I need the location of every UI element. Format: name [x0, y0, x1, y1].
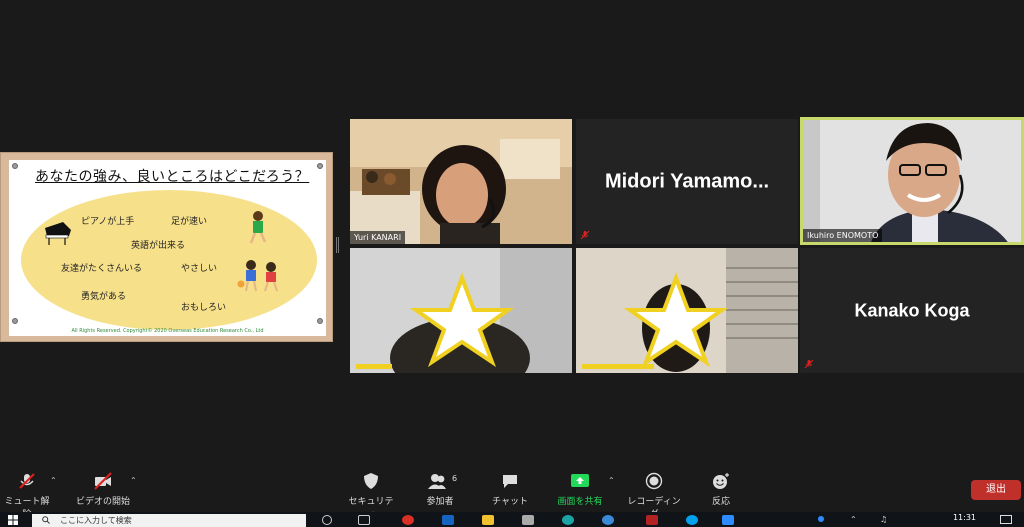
shared-screen[interactable]: あなたの強み、良いところはどこだろう？ ピアノが上手 足が速い 英語が出来る 友…: [0, 152, 333, 342]
participants-count: 6: [452, 474, 458, 483]
speaker-icon[interactable]: ♫: [880, 515, 887, 524]
taskbar-clock[interactable]: 11:31: [953, 513, 976, 522]
edge-icon[interactable]: [562, 515, 574, 525]
video-tile[interactable]: Yuri KANARI: [350, 119, 572, 244]
zoom-icon[interactable]: [722, 515, 734, 525]
outlook-icon[interactable]: [442, 515, 454, 525]
zoom-meeting-window: あなたの強み、良いところはどこだろう？ ピアノが上手 足が速い 英語が出来る 友…: [0, 0, 1024, 527]
skype-icon[interactable]: [686, 515, 698, 525]
participant-name: [582, 364, 654, 369]
chevron-up-icon[interactable]: ⌃: [130, 476, 137, 485]
slide: あなたの強み、良いところはどこだろう？ ピアノが上手 足が速い 英語が出来る 友…: [9, 160, 326, 336]
slide-item: 友達がたくさんいる: [61, 264, 143, 274]
participant-video: [800, 117, 1024, 245]
slide-item: おもしろい: [181, 303, 227, 313]
chat-button[interactable]: チャット: [492, 472, 528, 507]
slide-item: ピアノが上手: [81, 217, 135, 227]
participant-name: Kanako Koga: [854, 300, 970, 320]
participant-name: Yuri KANARI: [350, 231, 406, 244]
taskbar-search-input[interactable]: ここに入力して検索: [32, 514, 306, 527]
participant-name: Midori Yamamo...: [604, 170, 770, 192]
smiley-icon: [713, 473, 729, 489]
share-screen-button[interactable]: 画面を共有: [555, 472, 605, 507]
slide-copyright: All Rights Reserved. Copyright© 2020 Ove…: [71, 328, 264, 334]
running-child-icon: [249, 211, 267, 244]
file-explorer-icon[interactable]: [482, 515, 494, 525]
mic-muted-icon: [580, 230, 590, 240]
chevron-up-icon[interactable]: ⌃: [50, 476, 57, 485]
video-tile[interactable]: [350, 248, 572, 373]
chevron-up-icon[interactable]: ⌃: [608, 476, 615, 485]
notification-icon[interactable]: [1000, 515, 1012, 524]
video-tile-active-speaker[interactable]: Ikuhiro ENOMOTO: [800, 117, 1024, 245]
participant-video: [576, 248, 798, 373]
pin-icon: [317, 318, 323, 324]
search-icon: [42, 516, 50, 524]
slide-item: 勇気がある: [81, 292, 127, 302]
app-icon[interactable]: [602, 515, 614, 525]
reactions-button[interactable]: 反応: [708, 472, 734, 507]
participant-name: [356, 364, 392, 369]
share-label: 画面を共有: [557, 497, 603, 507]
reactions-label: 反応: [711, 497, 730, 507]
chat-label: チャット: [492, 497, 528, 507]
pin-icon: [12, 163, 18, 169]
video-tile[interactable]: [576, 248, 798, 373]
slide-title: あなたの強み、良いところはどこだろう？: [35, 169, 310, 185]
video-label: ビデオの開始: [75, 497, 130, 507]
shield-icon: [364, 473, 378, 489]
cortana-icon[interactable]: [322, 515, 332, 525]
tray-icon[interactable]: [818, 516, 824, 522]
participant-name: Ikuhiro ENOMOTO: [803, 229, 883, 242]
resize-handle[interactable]: [336, 237, 339, 253]
participant-video: [350, 248, 572, 373]
pin-icon: [12, 318, 18, 324]
start-video-button[interactable]: ビデオの開始: [74, 472, 132, 507]
participants-label: 参加者: [426, 497, 454, 507]
video-tile[interactable]: Kanako Koga: [800, 248, 1024, 373]
chevron-up-icon[interactable]: ⌃: [850, 515, 857, 524]
mic-muted-icon: [19, 473, 35, 489]
app-icon[interactable]: [646, 515, 658, 525]
record-icon: [645, 472, 663, 490]
video-tile[interactable]: Midori Yamamo...: [576, 119, 798, 244]
windows-start-icon[interactable]: [8, 515, 18, 525]
pin-icon: [317, 163, 323, 169]
store-icon[interactable]: [522, 515, 534, 525]
mic-muted-icon: [804, 359, 814, 369]
participants-icon: [428, 474, 446, 489]
video-off-icon: [94, 472, 112, 490]
participant-video: [350, 119, 572, 244]
piano-icon: [45, 222, 71, 245]
leave-button[interactable]: 退出: [971, 480, 1021, 500]
slide-item: 足が速い: [171, 217, 208, 227]
children-playing-icon: [237, 260, 278, 292]
slide-item: 英語が出来る: [131, 241, 186, 251]
windows-taskbar: ここに入力して検索 ⌃ ♫ 11:31: [0, 512, 1024, 527]
chat-icon: [503, 475, 517, 488]
task-view-icon[interactable]: [358, 515, 370, 525]
chrome-icon[interactable]: [402, 515, 414, 525]
meeting-toolbar: ミュート解除 ⌃ ビデオの開始 ⌃ セキュリティ 参加: [0, 468, 1024, 520]
share-screen-icon: [571, 474, 589, 487]
slide-item: やさしい: [181, 264, 218, 274]
